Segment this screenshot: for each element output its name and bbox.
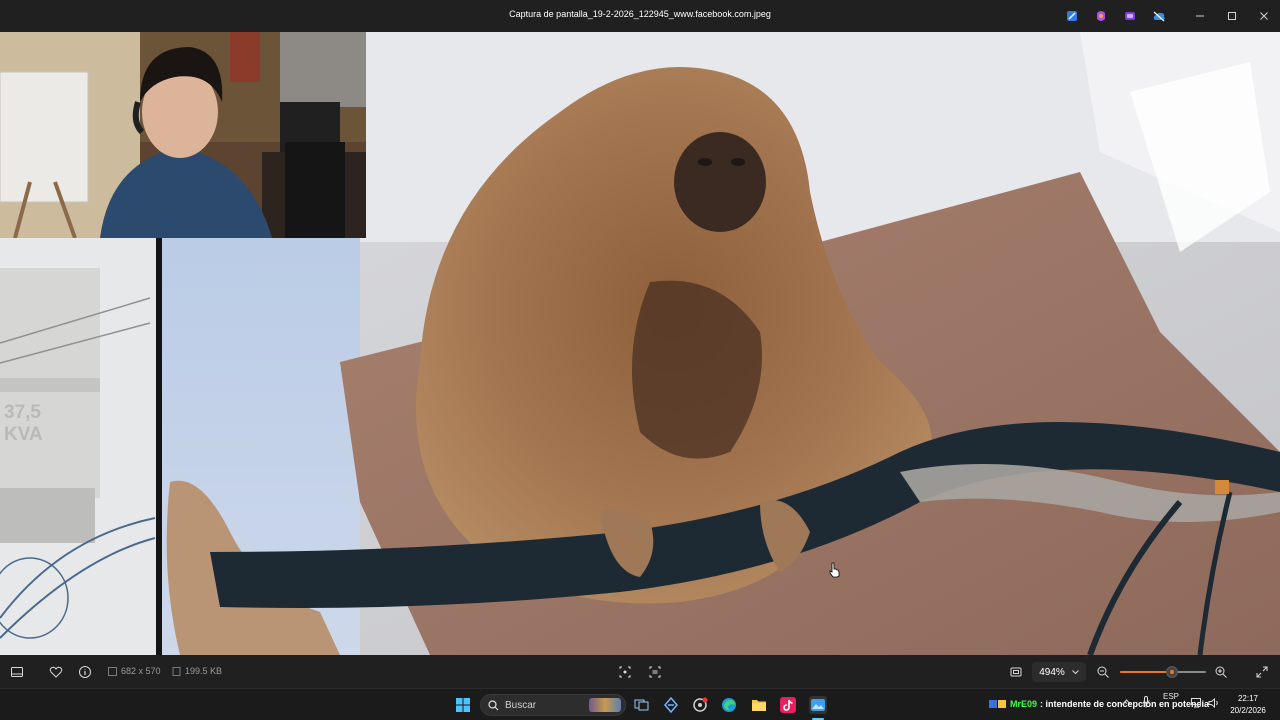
designer-icon[interactable] bbox=[1064, 8, 1080, 24]
news-user: MrE09 bbox=[1010, 699, 1038, 709]
file-explorer-icon[interactable] bbox=[750, 696, 768, 714]
inset-kva-value: 37,5 bbox=[4, 402, 41, 423]
webcam-overlay bbox=[0, 32, 366, 238]
search-placeholder: Buscar bbox=[505, 699, 537, 711]
chevron-down-icon bbox=[1071, 669, 1079, 674]
hand-cursor-icon bbox=[829, 562, 840, 578]
title-bar: Captura de pantalla_19-2-2026_122945_www… bbox=[0, 0, 1280, 32]
edge-browser-icon[interactable] bbox=[720, 696, 738, 714]
info-icon[interactable] bbox=[76, 663, 94, 681]
tiktok-icon[interactable] bbox=[779, 696, 797, 714]
close-button[interactable] bbox=[1248, 0, 1280, 32]
photos-app-icon[interactable] bbox=[809, 696, 827, 714]
zoom-slider-thumb[interactable] bbox=[1165, 666, 1178, 678]
clock-date: 20/2/2026 bbox=[1230, 706, 1266, 715]
fullscreen-icon[interactable] bbox=[1253, 663, 1271, 681]
minimize-button[interactable] bbox=[1184, 0, 1216, 32]
start-windows-icon[interactable] bbox=[454, 696, 472, 714]
taskbar-clock[interactable]: 22:17 20/2/2026 bbox=[1226, 693, 1270, 717]
maximize-button[interactable] bbox=[1216, 0, 1248, 32]
window-title: Captura de pantalla_19-2-2026_122945_www… bbox=[509, 9, 771, 19]
chevron-up-icon[interactable] bbox=[1122, 698, 1131, 707]
inset-kva-unit: KVA bbox=[4, 424, 43, 445]
image-canvas[interactable]: 37,5 KVA bbox=[0, 32, 1280, 655]
zoom-slider[interactable] bbox=[1120, 666, 1206, 678]
file-size-text: 199.5 KB bbox=[185, 666, 223, 676]
taskbar-search-box[interactable]: Buscar bbox=[480, 694, 626, 716]
lasso-app-icon[interactable] bbox=[662, 696, 680, 714]
onedrive-icon[interactable] bbox=[1151, 8, 1167, 24]
titlebar-app-icons bbox=[1064, 8, 1167, 24]
search-icon bbox=[488, 699, 499, 710]
filmstrip-icon[interactable] bbox=[8, 663, 26, 681]
visual-search-icon[interactable] bbox=[646, 663, 664, 681]
clipchamp-icon[interactable] bbox=[1122, 8, 1138, 24]
zoom-level-dropdown[interactable]: 494% bbox=[1032, 662, 1086, 682]
webcam-feed bbox=[0, 32, 366, 238]
image-dimensions: 682 x 570 bbox=[108, 666, 161, 676]
widget-icon bbox=[989, 700, 1006, 708]
favorite-heart-icon[interactable] bbox=[47, 663, 65, 681]
search-highlight-icon bbox=[589, 698, 621, 712]
inset-photo bbox=[0, 238, 162, 655]
file-size: 199.5 KB bbox=[172, 666, 222, 676]
file-size-icon bbox=[172, 666, 181, 676]
dimensions-text: 682 x 570 bbox=[121, 666, 161, 676]
dimensions-icon bbox=[108, 666, 117, 676]
task-view-icon[interactable] bbox=[633, 696, 651, 714]
zoom-out-icon[interactable] bbox=[1094, 663, 1112, 681]
volume-icon[interactable] bbox=[1208, 697, 1220, 710]
viewer-toolbar: 682 x 570 199.5 KB 494% bbox=[0, 655, 1280, 688]
zoom-slider-fill bbox=[1120, 671, 1172, 673]
zoom-in-icon[interactable] bbox=[1212, 663, 1230, 681]
language-indicator[interactable]: ESP bbox=[1163, 692, 1179, 701]
recording-app-icon[interactable] bbox=[691, 696, 709, 714]
network-icon[interactable] bbox=[1191, 698, 1203, 710]
windows-taskbar: Buscar MrE09 : intendente de concepción … bbox=[0, 688, 1280, 720]
zoom-level-text: 494% bbox=[1039, 666, 1065, 678]
fit-to-window-icon[interactable] bbox=[1007, 663, 1025, 681]
clock-time: 22:17 bbox=[1237, 694, 1259, 703]
crop-icon[interactable] bbox=[616, 663, 634, 681]
inset-screenshot: 37,5 KVA bbox=[0, 238, 162, 655]
microphone-icon[interactable] bbox=[1142, 696, 1150, 710]
copilot-icon[interactable] bbox=[1093, 8, 1109, 24]
